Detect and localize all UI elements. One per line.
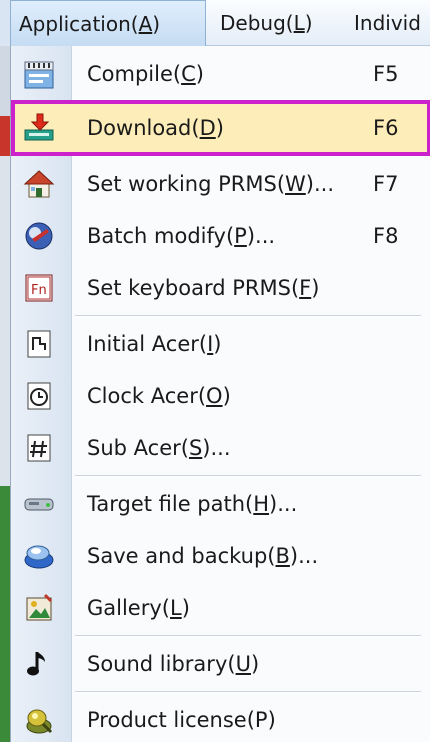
gallery-icon [23, 592, 55, 624]
menubar-edge [0, 0, 10, 46]
shortcut-label: F5 [373, 62, 399, 86]
menu-item-label: Target file path(H)... [87, 492, 298, 516]
separator [75, 691, 421, 693]
menu-item-batch-modify[interactable]: Batch modify(P)... F8 [11, 210, 430, 262]
background-strip-green [0, 486, 10, 742]
music-note-icon [23, 648, 55, 680]
menu-item-label: Product license(P) [87, 708, 276, 732]
menu-item-initial-acer[interactable]: Initial Acer(I) [11, 318, 430, 370]
separator [75, 635, 421, 637]
menu-item-label: Gallery(L) [87, 596, 190, 620]
menu-application[interactable]: Application(A) [10, 0, 206, 46]
menu-debug[interactable]: Debug(L) [212, 0, 338, 46]
background-strip [0, 156, 10, 486]
license-icon [23, 704, 55, 736]
menu-item-label: Set working PRMS(W)... [87, 172, 335, 196]
menu-item-label: Clock Acer(O) [87, 384, 231, 408]
batch-modify-icon [23, 220, 55, 252]
background-strip-red [0, 116, 10, 156]
menu-item-label: Download(D) [87, 116, 224, 140]
menu-item-label: Set keyboard PRMS(F) [87, 276, 320, 300]
application-dropdown-menu: Compile(C) F5 Download(D) F6 Set working… [10, 46, 430, 742]
compile-icon [23, 58, 55, 90]
shortcut-label: F8 [373, 224, 399, 248]
menu-item-label: Save and backup(B)... [87, 544, 319, 568]
menu-item-label: Sub Acer(S)... [87, 436, 231, 460]
clock-doc-icon [23, 380, 55, 412]
menu-item-target-file-path[interactable]: Target file path(H)... [11, 478, 430, 530]
menu-item-set-working-prms[interactable]: Set working PRMS(W)... F7 [11, 158, 430, 210]
house-icon [23, 168, 55, 200]
menu-item-set-keyboard-prms[interactable]: Fn Set keyboard PRMS(F) [11, 262, 430, 314]
shortcut-label: F7 [373, 172, 399, 196]
menu-item-download[interactable]: Download(D) F6 [11, 100, 430, 156]
menu-individual[interactable]: Individ [346, 0, 430, 46]
menu-item-product-license[interactable]: Product license(P) [11, 694, 430, 746]
menu-item-sub-acer[interactable]: Sub Acer(S)... [11, 422, 430, 474]
svg-text:Fn: Fn [31, 283, 47, 298]
menu-item-gallery[interactable]: Gallery(L) [11, 582, 430, 634]
menu-item-label: Sound library(U) [87, 652, 260, 676]
menu-item-label: Batch modify(P)... [87, 224, 276, 248]
menu-item-sound-library[interactable]: Sound library(U) [11, 638, 430, 690]
initial-doc-icon [23, 328, 55, 360]
hash-doc-icon [23, 432, 55, 464]
menu-item-label: Initial Acer(I) [87, 332, 222, 356]
separator [75, 315, 421, 317]
keyboard-fn-icon: Fn [23, 272, 55, 304]
menu-item-label: Compile(C) [87, 62, 204, 86]
background-strip [0, 46, 10, 116]
menu-item-save-and-backup[interactable]: Save and backup(B)... [11, 530, 430, 582]
shortcut-label: F6 [373, 116, 399, 140]
save-backup-icon [23, 540, 55, 572]
separator [75, 475, 421, 477]
menu-bar: Application(A) Debug(L) Individ [0, 0, 430, 46]
menu-item-clock-acer[interactable]: Clock Acer(O) [11, 370, 430, 422]
download-icon [23, 112, 55, 144]
drive-icon [23, 488, 55, 520]
menu-item-compile[interactable]: Compile(C) F5 [11, 48, 430, 100]
